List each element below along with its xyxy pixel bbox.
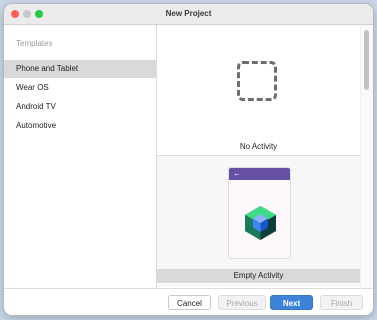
compose-logo-icon (245, 206, 276, 240)
scrollbar-thumb[interactable] (364, 30, 369, 90)
template-label: Empty Activity (157, 269, 360, 283)
finish-button[interactable]: Finish (320, 295, 363, 310)
template-label: No Activity (239, 142, 278, 151)
templates-sidebar: Templates Phone and Tablet Wear OS Andro… (4, 25, 157, 288)
dashed-square-icon (237, 61, 277, 101)
previous-button[interactable]: Previous (218, 295, 266, 310)
sidebar-item-android-tv[interactable]: Android TV (4, 98, 156, 116)
sidebar-item-phone-and-tablet[interactable]: Phone and Tablet (4, 60, 156, 78)
sidebar-item-automotive[interactable]: Automotive (4, 117, 156, 135)
new-project-window: New Project Templates Phone and Tablet W… (4, 4, 373, 315)
template-card-empty-activity[interactable]: ← Empty Activity (157, 155, 360, 286)
gallery-scrollbar[interactable] (360, 25, 373, 288)
app-bar: ← (229, 168, 290, 180)
template-gallery: No Activity ← Empty Activity (157, 25, 360, 288)
sidebar-item-wear-os[interactable]: Wear OS (4, 79, 156, 97)
next-button[interactable]: Next (270, 295, 313, 310)
template-card-no-activity[interactable]: No Activity (157, 25, 360, 153)
back-arrow-icon: ← (233, 169, 241, 178)
window-title: New Project (165, 9, 212, 18)
dialog-footer: Cancel Previous Next Finish (4, 288, 373, 315)
title-bar: New Project (4, 4, 373, 25)
cancel-button[interactable]: Cancel (168, 295, 211, 310)
phone-preview: ← (228, 167, 291, 259)
sidebar-header: Templates (16, 39, 53, 48)
